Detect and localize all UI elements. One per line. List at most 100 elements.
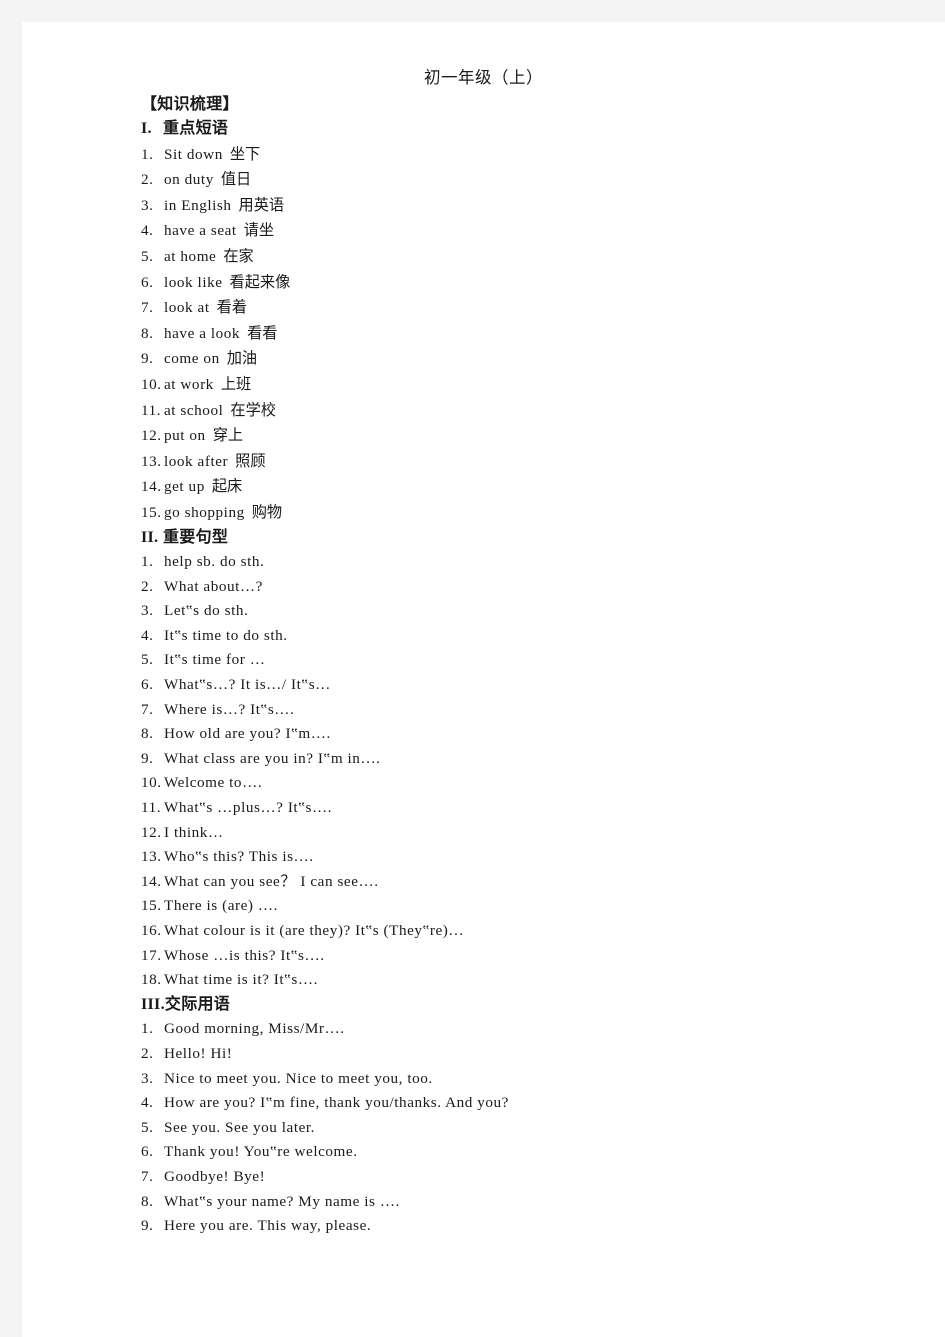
list-item: 1. help sb. do sth.: [141, 550, 901, 575]
list-item-english: at school: [164, 401, 224, 419]
list-item-english: get up: [164, 478, 205, 496]
list-item-english: What‟s your name? My name is ….: [164, 1192, 400, 1210]
list-item-index: 2.: [141, 577, 154, 595]
list-item-english: What can you see？ I can see….: [164, 872, 379, 890]
list-item-index: 6.: [141, 1143, 154, 1161]
list-item: 13. Who‟s this? This is….: [141, 845, 901, 870]
list-item: 11. at school 在学校: [141, 398, 901, 424]
list-item-english: Whose …is this? It‟s….: [164, 946, 325, 964]
list-item-english: What time is it? It‟s….: [164, 971, 318, 989]
document-page: 初一年级（上） 【知识梳理】 I. 重点短语 1. Sit down 坐下 2. on du…: [22, 22, 945, 1337]
list-item-english: Nice to meet you. Nice to meet you, too.: [164, 1069, 433, 1087]
list-item-chinese: 用英语: [238, 195, 285, 214]
list-item-index: 15.: [141, 503, 162, 521]
list-item: 6. look like 看起来像: [141, 270, 901, 296]
list-item: 11. What‟s …plus…? It‟s….: [141, 796, 901, 821]
list-item-index: 13.: [141, 848, 162, 866]
list-item-english: look like: [164, 273, 223, 291]
list-item-index: 10.: [141, 375, 162, 393]
list-item: 4. How are you? I‟m fine, thank you/thank…: [141, 1091, 901, 1116]
list-item-english: Hello! Hi!: [164, 1044, 233, 1062]
list-item-index: 3.: [141, 602, 154, 620]
list-item-index: 5.: [141, 1118, 154, 1136]
list-item-english: What class are you in? I‟m in….: [164, 749, 381, 767]
list-item-index: 14.: [141, 478, 162, 496]
list-item-english: Welcome to….: [164, 774, 263, 792]
list-item-chinese: 值日: [220, 170, 252, 189]
list-item-index: 10.: [141, 774, 162, 792]
list-item-chinese: 加油: [226, 349, 258, 368]
list-item-chinese: 照顾: [235, 451, 266, 470]
list-item-english: Who‟s this? This is….: [164, 848, 314, 866]
list-item-index: 11.: [141, 401, 162, 419]
overview-heading: 【知识梳理】: [141, 96, 239, 113]
list-item: 2. What about…?: [141, 575, 901, 600]
list-item: 3. Let‟s do sth.: [141, 599, 901, 624]
list-item-index: 4.: [141, 1094, 154, 1112]
list-item-chinese: 上班: [220, 374, 252, 393]
list-item: 8. How old are you? I‟m….: [141, 722, 901, 747]
list-item-index: 2.: [141, 171, 154, 189]
list-item: 7. Goodbye! Bye!: [141, 1165, 901, 1190]
list-item-english: Sit down: [164, 145, 223, 163]
list-item-english: come on: [164, 350, 220, 368]
section-item-list: 1. help sb. do sth. 2. What about…? 3. Let‟s …: [141, 550, 901, 993]
list-item-english: have a seat: [164, 222, 237, 240]
list-item-english: See you. See you later.: [164, 1118, 315, 1136]
list-item-index: 5.: [141, 247, 154, 265]
list-item: 14. What can you see？ I can see….: [141, 870, 901, 895]
list-item: 7. look at 看着: [141, 295, 901, 321]
list-item-english: How are you? I‟m fine, thank you/thanks.…: [164, 1094, 509, 1112]
list-item: 15. go shopping 购物: [141, 500, 901, 526]
list-item-index: 7.: [141, 1167, 154, 1185]
list-item-index: 9.: [141, 749, 154, 767]
list-item-english: in English: [164, 196, 232, 214]
list-item-index: 4.: [141, 222, 154, 240]
list-item-index: 1.: [141, 1020, 154, 1038]
list-item-index: 2.: [141, 1044, 154, 1062]
list-item-english: Let‟s do sth.: [164, 602, 249, 620]
section-heading: III.交际用语: [141, 993, 901, 1018]
list-item-english: look after: [164, 452, 229, 470]
list-item-index: 7.: [141, 299, 154, 317]
list-item: 1. Sit down 坐下: [141, 142, 901, 168]
list-item: 2. on duty 值日: [141, 167, 901, 193]
list-item-index: 8.: [141, 324, 154, 342]
list-item: 14. get up 起床: [141, 474, 901, 500]
list-item-english: Here you are. This way, please.: [164, 1217, 372, 1235]
section-heading-label: 重点短语: [163, 120, 229, 137]
list-item-english: What‟s…? It is…/ It‟s…: [164, 676, 331, 694]
list-item: 4. It‟s time to do sth.: [141, 624, 901, 649]
list-item-index: 11.: [141, 799, 162, 817]
list-item-index: 17.: [141, 946, 162, 964]
section-heading-label: 交际用语: [164, 995, 231, 1013]
list-item: 17. Whose …is this? It‟s….: [141, 944, 901, 969]
list-item: 18. What time is it? It‟s….: [141, 968, 901, 993]
list-item: 8. What‟s your name? My name is ….: [141, 1190, 901, 1215]
list-item-chinese: 看着: [216, 298, 247, 317]
list-item: 1. Good morning, Miss/Mr….: [141, 1017, 901, 1042]
document-body: 【知识梳理】 I. 重点短语 1. Sit down 坐下 2. on duty 值日 3. in…: [141, 92, 901, 1239]
section-heading: II. 重要句型: [141, 526, 901, 551]
list-item-index: 7.: [141, 700, 154, 718]
list-item: 5. See you. See you later.: [141, 1116, 901, 1141]
list-item-english: It‟s time to do sth.: [164, 626, 288, 644]
list-item-index: 8.: [141, 1192, 154, 1210]
list-item: 15. There is (are) ….: [141, 894, 901, 919]
section-numeral: II.: [141, 528, 159, 546]
list-item-english: There is (are) ….: [164, 897, 278, 915]
sections-container: I. 重点短语 1. Sit down 坐下 2. on duty 值日 3. in Englis…: [141, 117, 901, 1239]
list-item-index: 3.: [141, 196, 154, 214]
list-item: 6. Thank you! You‟re welcome.: [141, 1140, 901, 1165]
list-item-index: 1.: [141, 145, 154, 163]
list-item-index: 18.: [141, 971, 162, 989]
list-item: 9. What class are you in? I‟m in….: [141, 747, 901, 772]
list-item-english: at home: [164, 247, 217, 265]
list-item-index: 15.: [141, 897, 162, 915]
list-item: 4. have a seat 请坐: [141, 218, 901, 244]
list-item-chinese: 坐下: [229, 144, 261, 163]
list-item-english: It‟s time for …: [164, 651, 266, 669]
list-item-index: 16.: [141, 922, 162, 939]
section-numeral: I.: [141, 120, 152, 137]
list-item: 5. It‟s time for …: [141, 648, 901, 673]
